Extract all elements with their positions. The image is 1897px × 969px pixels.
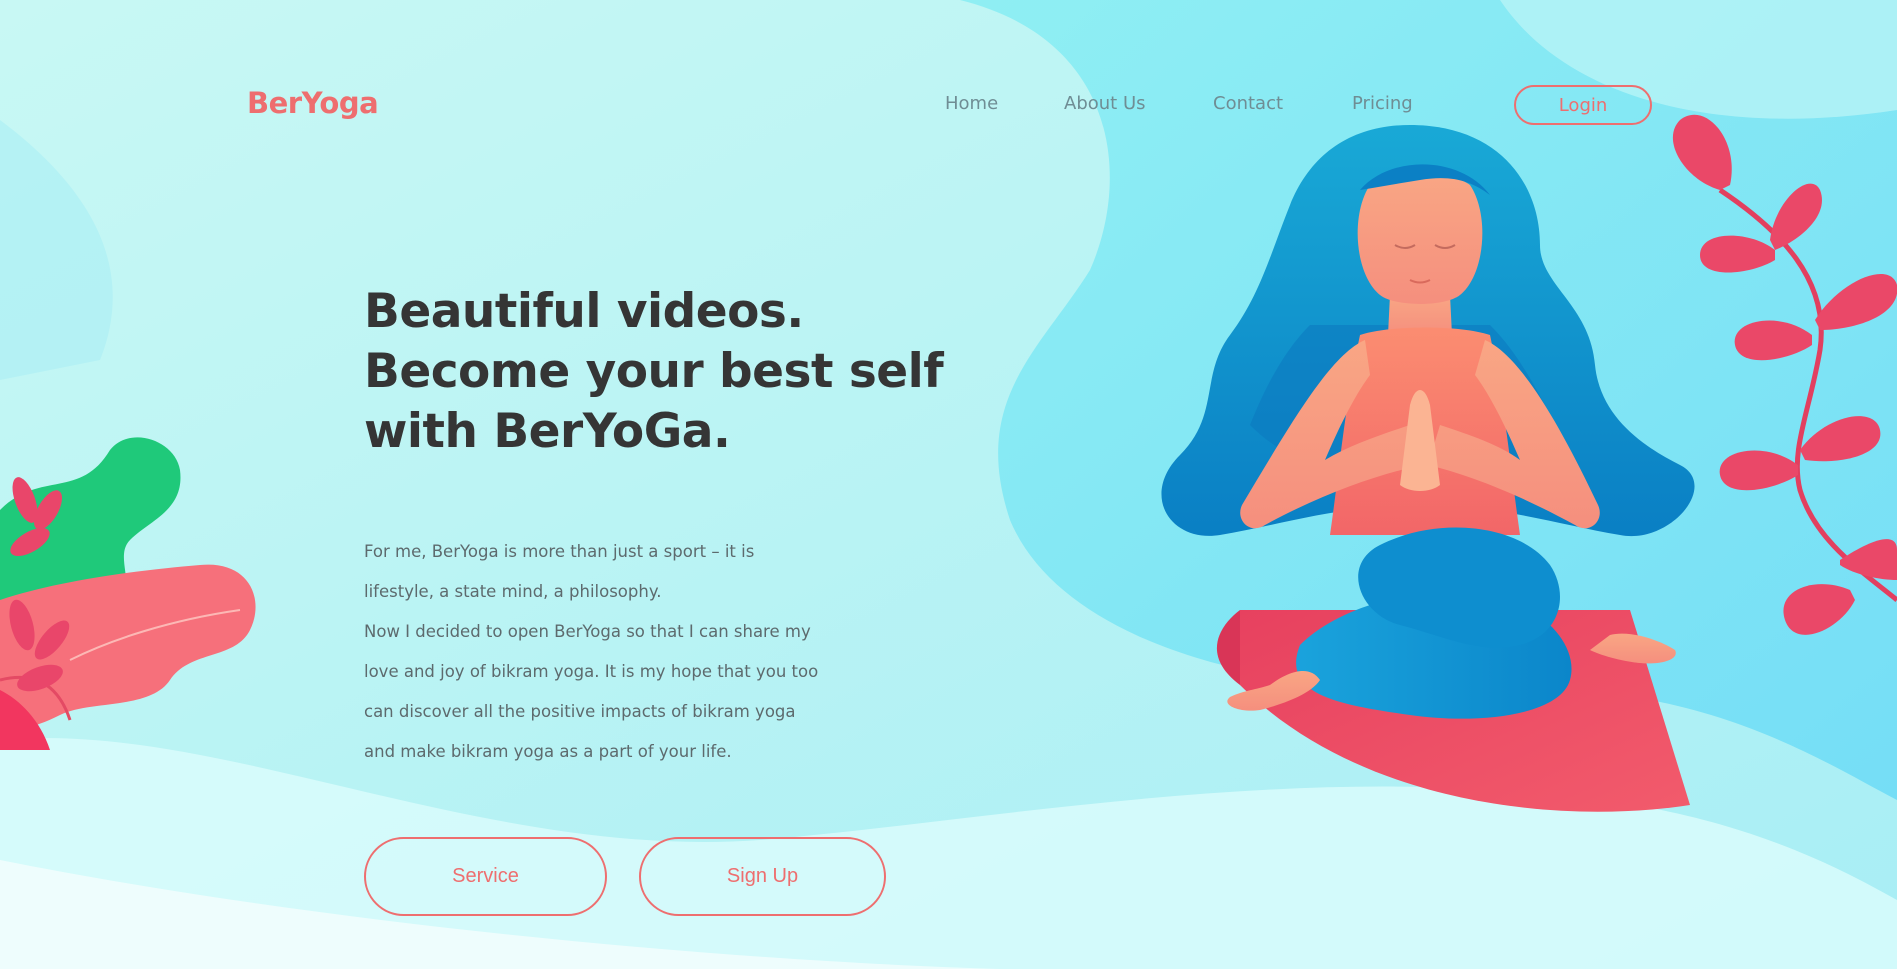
hero-description: For me, BerYoga is more than just a spor… (364, 532, 844, 772)
meditating-woman-illustration (1161, 125, 1695, 812)
hero-description-line: Now I decided to open BerYoga so that I … (364, 622, 811, 641)
login-button[interactable]: Login (1514, 85, 1652, 125)
sign-up-button[interactable]: Sign Up (639, 837, 886, 916)
nav-home[interactable]: Home (945, 93, 998, 114)
hero-title: Beautiful videos. Become your best self … (364, 282, 944, 462)
plant-cluster-icon (0, 437, 256, 750)
hero-title-line: Become your best self (364, 344, 944, 399)
nav-about-us[interactable]: About Us (1064, 93, 1146, 114)
hero-description-line: love and joy of bikram yoga. It is my ho… (364, 662, 819, 681)
hero-description-line: lifestyle, a state mind, a philosophy. (364, 582, 662, 601)
hero-description-line: For me, BerYoga is more than just a spor… (364, 542, 755, 561)
nav-pricing[interactable]: Pricing (1352, 93, 1413, 114)
nav-contact[interactable]: Contact (1213, 93, 1283, 114)
service-button[interactable]: Service (364, 837, 607, 916)
brand-logo[interactable]: BerYoga (247, 86, 379, 120)
hero-description-line: can discover all the positive impacts of… (364, 702, 796, 721)
hero-title-line: with BerYoGa. (364, 404, 731, 459)
hero-title-line: Beautiful videos. (364, 284, 804, 339)
hero-description-line: and make bikram yoga as a part of your l… (364, 742, 732, 761)
